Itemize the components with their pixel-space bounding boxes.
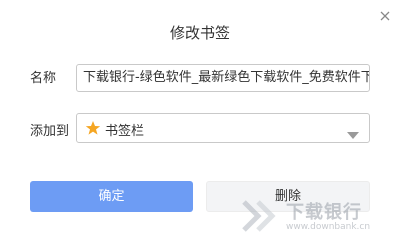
folder-select[interactable]: 书签栏 (76, 113, 370, 143)
dialog-title: 修改书签 (169, 24, 230, 42)
star-icon (85, 120, 101, 136)
confirm-button[interactable]: 确定 (30, 181, 193, 212)
chevron-down-icon (347, 125, 359, 139)
delete-button[interactable]: 删除 (206, 181, 370, 212)
folder-label: 添加到 (30, 124, 70, 139)
edit-bookmark-dialog: 修改书签 名称 下载银行-绿色软件_最新绿色下载软件_免费软件下载 添加到 书签… (0, 0, 400, 242)
close-icon[interactable] (375, 6, 395, 26)
bookmark-name-input[interactable]: 下载银行-绿色软件_最新绿色下载软件_免费软件下载 (76, 64, 370, 92)
name-label: 名称 (30, 71, 57, 86)
folder-select-value: 书签栏 (105, 124, 145, 139)
watermark-url: www.downbank.cn (286, 222, 371, 232)
